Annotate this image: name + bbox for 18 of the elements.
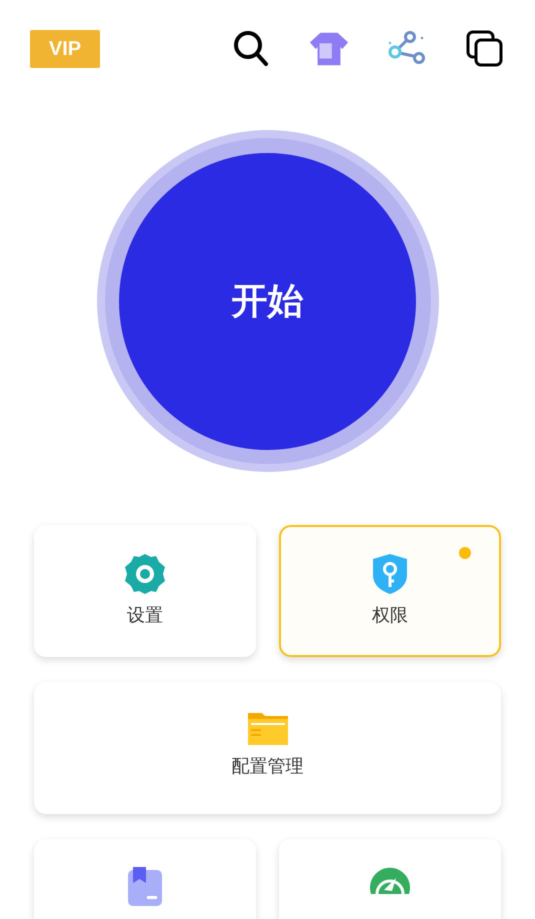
- gear-icon: [124, 553, 166, 595]
- folder-icon: [246, 710, 288, 746]
- menu-tile[interactable]: 设置: [34, 525, 256, 657]
- search-icon: [233, 30, 269, 68]
- t-shirt-icon: [309, 31, 349, 67]
- share-icon: [387, 31, 427, 67]
- package-icon: [126, 867, 164, 907]
- shield-key-icon: [371, 553, 409, 595]
- gauge-icon: [368, 867, 412, 894]
- tile-label: 设置: [127, 604, 163, 627]
- tile-label: 配置管理: [232, 755, 304, 778]
- copy-button[interactable]: [465, 29, 505, 69]
- start-button[interactable]: 开始: [119, 152, 416, 450]
- menu-tile[interactable]: 配置管理: [34, 682, 501, 814]
- menu-tile[interactable]: 权限: [279, 525, 501, 657]
- copy-icon: [466, 30, 504, 68]
- tile-label: 权限: [372, 604, 408, 627]
- search-button[interactable]: [231, 29, 271, 69]
